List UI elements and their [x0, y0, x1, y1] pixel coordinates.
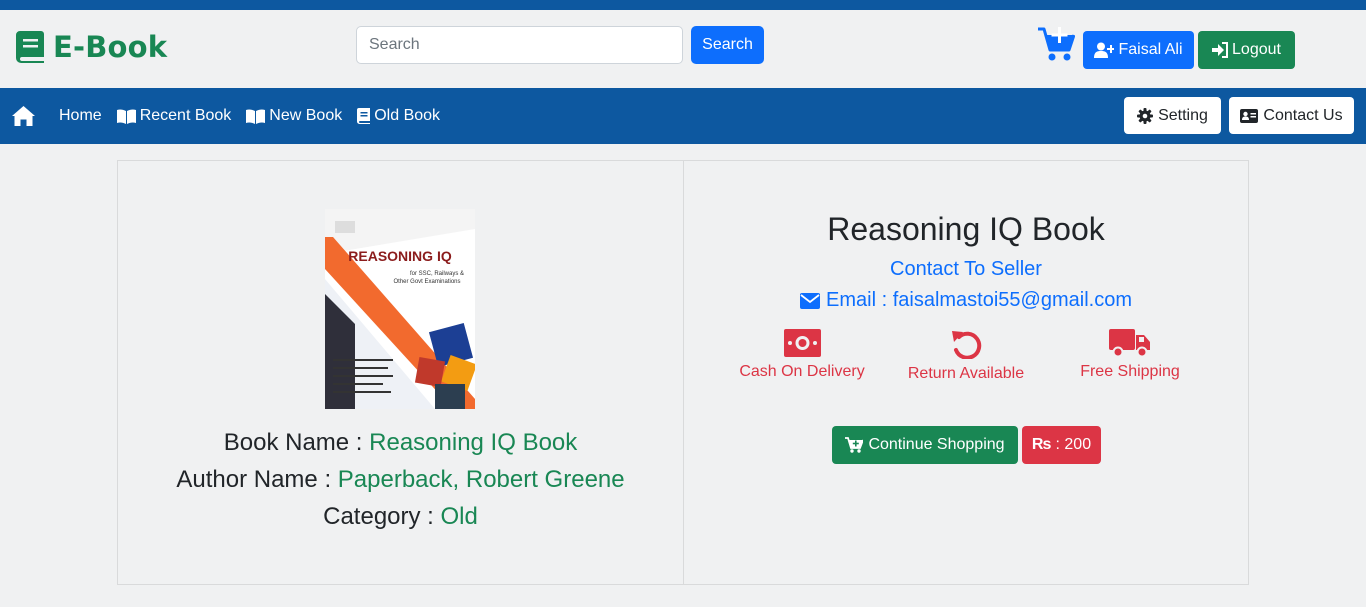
feature-label: Free Shipping — [1080, 363, 1180, 380]
category-label: Category : — [323, 503, 434, 530]
header: E-Book Search Faisal Ali Logout — [0, 10, 1366, 88]
book-icon — [16, 31, 44, 63]
continue-shopping-label: Continue Shopping — [868, 436, 1005, 453]
author-row: Author Name : Paperback, Robert Greene — [118, 461, 683, 498]
author-value: Paperback, Robert Greene — [337, 466, 625, 493]
sign-in-icon — [1212, 42, 1229, 58]
nav-item-label: Recent Book — [139, 107, 232, 124]
feature-cash-on-delivery: Cash On Delivery — [722, 329, 882, 381]
cart-plus-icon — [845, 437, 864, 453]
user-plus-icon — [1094, 42, 1115, 58]
nav-item-new-book[interactable]: New Book — [246, 107, 342, 125]
top-strip — [0, 0, 1366, 10]
detail-title: Reasoning IQ Book — [827, 211, 1105, 247]
book-icon — [357, 108, 371, 124]
nav-item-home[interactable]: Home — [59, 107, 102, 125]
setting-button[interactable]: Setting — [1124, 97, 1221, 134]
cart-plus-icon[interactable] — [1037, 26, 1075, 62]
home-icon[interactable] — [11, 105, 36, 127]
undo-icon — [952, 331, 982, 359]
book-details-panel: Reasoning IQ Book Contact To Seller Emai… — [683, 160, 1249, 585]
book-open-icon — [116, 108, 136, 124]
rupee-icon: ₨ — [1031, 436, 1052, 453]
book-cover-image[interactable]: REASONING IQ for SSC, Railways & Other G… — [325, 209, 475, 409]
contact-us-button[interactable]: Contact Us — [1229, 97, 1354, 134]
cover-subtitle-1: for SSC, Railways & — [410, 271, 464, 277]
contact-label: Contact Us — [1263, 106, 1343, 124]
nav-item-recent-book[interactable]: Recent Book — [116, 107, 232, 125]
search-input[interactable] — [356, 26, 683, 64]
seller-email-text: Email : faisalmastoi55@gmail.com — [826, 289, 1132, 311]
contact-seller-link[interactable]: Contact To Seller — [684, 258, 1248, 281]
search-button[interactable]: Search — [691, 26, 764, 64]
feature-label: Cash On Delivery — [739, 363, 865, 380]
logout-label: Logout — [1232, 41, 1281, 58]
user-profile-button[interactable]: Faisal Ali — [1083, 31, 1194, 69]
navbar: Home Recent Book New Book Old Book Setti… — [0, 88, 1366, 144]
nav-item-label: Home — [59, 107, 102, 124]
brand-name: E-Book — [53, 30, 168, 64]
price-button[interactable]: ₨ : 200 — [1022, 426, 1101, 464]
price-value: : 200 — [1055, 436, 1092, 453]
brand-logo[interactable]: E-Book — [16, 30, 167, 64]
feature-free-shipping: Free Shipping — [1050, 329, 1210, 381]
money-bill-icon — [783, 329, 821, 357]
book-open-icon — [246, 108, 266, 124]
user-name: Faisal Ali — [1118, 41, 1183, 58]
cover-subtitle-2: Other Govt Examinations — [393, 279, 460, 285]
book-name-row: Book Name : Reasoning IQ Book — [118, 424, 683, 461]
continue-shopping-button[interactable]: Continue Shopping — [832, 426, 1018, 464]
nav-item-label: New Book — [269, 107, 343, 124]
book-name-label: Book Name : — [223, 429, 363, 456]
feature-return-available: Return Available — [886, 329, 1046, 383]
cover-title: REASONING IQ — [348, 248, 452, 264]
author-label: Author Name : — [176, 466, 332, 493]
feature-label: Return Available — [907, 365, 1025, 382]
setting-label: Setting — [1158, 106, 1208, 124]
gear-icon — [1137, 107, 1154, 124]
address-card-icon — [1240, 108, 1259, 123]
category-row: Category : Old — [118, 498, 683, 535]
seller-email[interactable]: Email : faisalmastoi55@gmail.com — [684, 289, 1248, 312]
logout-button[interactable]: Logout — [1198, 31, 1295, 69]
book-name-value: Reasoning IQ Book — [369, 429, 578, 456]
book-image-panel: REASONING IQ for SSC, Railways & Other G… — [117, 160, 684, 585]
truck-icon — [1109, 329, 1150, 357]
book-cover-art: REASONING IQ for SSC, Railways & Other G… — [325, 209, 475, 409]
book-info: Book Name : Reasoning IQ Book Author Nam… — [118, 424, 683, 535]
nav-links: Home Recent Book New Book Old Book — [59, 88, 455, 144]
envelope-icon — [800, 292, 821, 309]
nav-item-old-book[interactable]: Old Book — [357, 107, 440, 125]
nav-item-label: Old Book — [374, 107, 441, 124]
category-value: Old — [440, 503, 478, 530]
